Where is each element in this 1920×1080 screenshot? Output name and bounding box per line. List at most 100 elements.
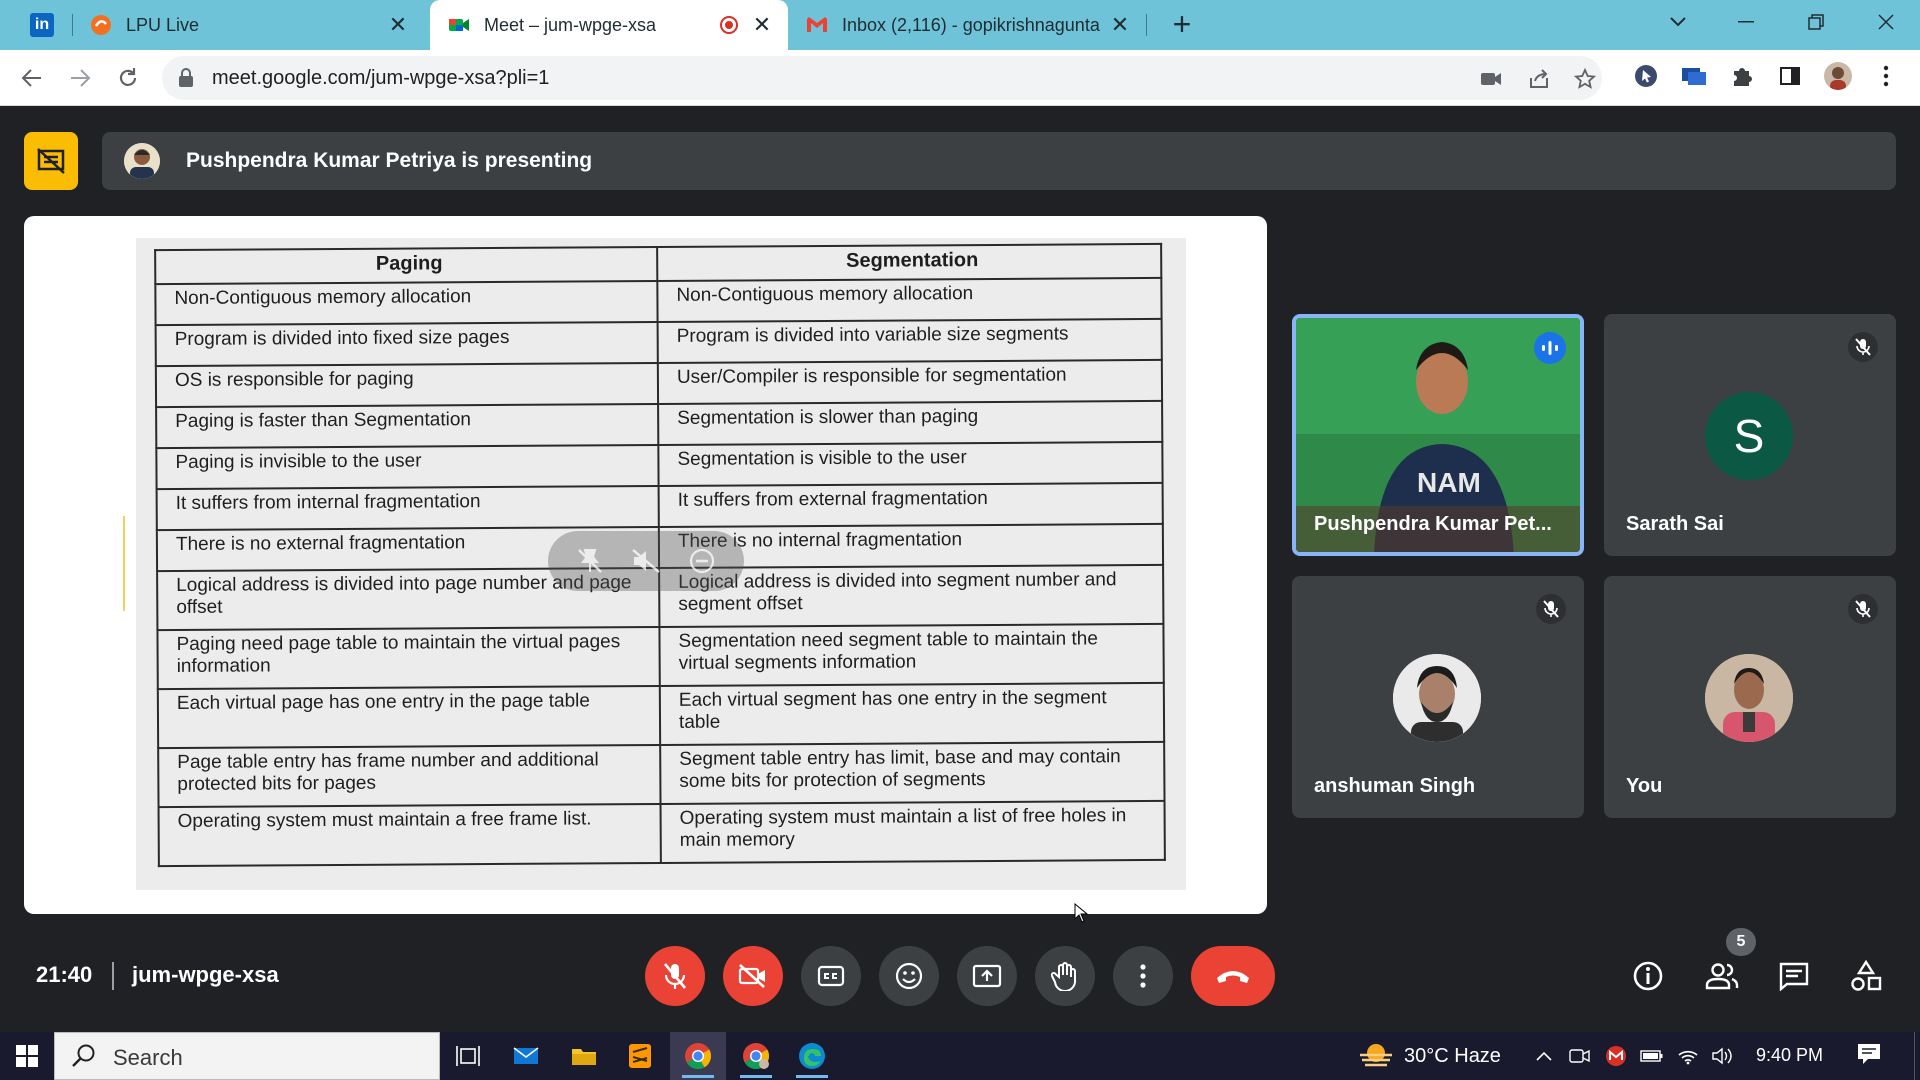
forward-button[interactable] bbox=[64, 62, 96, 94]
chrome-taskbar-icon[interactable] bbox=[670, 1032, 726, 1080]
address-bar[interactable]: meet.google.com/jum-wpge-xsa?pli=1 bbox=[162, 56, 1602, 100]
muted-mic-icon bbox=[1848, 594, 1878, 624]
extension-screen-icon[interactable] bbox=[1680, 62, 1708, 90]
close-tab-icon[interactable]: ✕ bbox=[750, 13, 774, 37]
google-meet-icon bbox=[448, 14, 470, 36]
system-clock[interactable]: 9:40 PM bbox=[1756, 1045, 1823, 1066]
side-panel-icon[interactable] bbox=[1776, 62, 1804, 90]
volume-icon[interactable] bbox=[1710, 1044, 1734, 1068]
tab-title: LPU Live bbox=[126, 14, 200, 35]
meeting-code: jum-wpge-xsa bbox=[132, 962, 279, 987]
table-cell: User/Compiler is responsible for segment… bbox=[657, 359, 1163, 405]
leave-call-button[interactable] bbox=[1191, 946, 1275, 1006]
search-placeholder: Search bbox=[113, 1045, 183, 1070]
new-tab-button[interactable]: + bbox=[1165, 8, 1199, 42]
wifi-icon[interactable] bbox=[1676, 1044, 1700, 1068]
task-view-icon[interactable] bbox=[440, 1032, 496, 1080]
table-cell: Segment table entry has limit, base and … bbox=[660, 741, 1165, 805]
browser-menu-icon[interactable] bbox=[1872, 62, 1900, 90]
raise-hand-button[interactable] bbox=[1035, 946, 1095, 1006]
recording-indicator-icon bbox=[720, 16, 738, 34]
participant-avatar: S bbox=[1705, 392, 1793, 480]
haze-weather-icon bbox=[1360, 1044, 1392, 1067]
table-cell: Paging is faster than Segmentation bbox=[156, 404, 659, 449]
participant-tile-sarath[interactable]: S Sarath Sai bbox=[1604, 314, 1896, 556]
microphone-toggle-button[interactable] bbox=[645, 946, 705, 1006]
tab-title: Meet – jum-wpge-xsa bbox=[484, 14, 657, 35]
mouse-cursor-icon bbox=[1074, 902, 1089, 928]
meet-now-icon[interactable] bbox=[1568, 1044, 1592, 1068]
reactions-button[interactable] bbox=[879, 946, 939, 1006]
gmail-icon bbox=[806, 14, 828, 36]
tab-separator bbox=[1146, 14, 1147, 36]
sublime-text-icon[interactable] bbox=[612, 1032, 668, 1080]
table-row: Each virtual page has one entry in the p… bbox=[157, 682, 1165, 749]
participant-tile-you[interactable]: You bbox=[1604, 576, 1896, 818]
hand-icon bbox=[1051, 962, 1077, 991]
activities-button[interactable] bbox=[1842, 952, 1890, 1000]
profile-avatar[interactable] bbox=[1824, 62, 1852, 90]
table-cell: Program is divided into variable size se… bbox=[657, 318, 1162, 364]
tab-search-chevron-icon[interactable] bbox=[1648, 0, 1708, 44]
close-tab-icon[interactable]: ✕ bbox=[386, 13, 410, 37]
participant-tile-anshuman[interactable]: anshuman Singh bbox=[1292, 576, 1584, 818]
camera-toggle-button[interactable] bbox=[723, 946, 783, 1006]
table-cell: Paging is invisible to the user bbox=[156, 445, 659, 490]
table-cell: Non-Contiguous memory allocation bbox=[155, 281, 658, 326]
table-cell: Page table entry has frame number and ad… bbox=[158, 745, 661, 808]
reload-button[interactable] bbox=[112, 62, 144, 94]
meeting-details-button[interactable] bbox=[1624, 952, 1672, 1000]
more-options-button[interactable] bbox=[1113, 946, 1173, 1006]
people-button[interactable] bbox=[1698, 952, 1746, 1000]
minimize-button[interactable] bbox=[1716, 0, 1776, 44]
tab-meet[interactable]: Meet – jum-wpge-xsa ✕ bbox=[430, 0, 788, 50]
participant-avatar bbox=[1705, 654, 1793, 742]
lock-icon[interactable] bbox=[178, 68, 196, 88]
table-cell: Segmentation is visible to the user bbox=[658, 441, 1163, 487]
search-icon bbox=[72, 1044, 95, 1067]
chat-button[interactable] bbox=[1770, 952, 1818, 1000]
restore-button[interactable] bbox=[1786, 0, 1846, 44]
presentation-layout-icon[interactable] bbox=[24, 132, 78, 190]
file-explorer-icon[interactable] bbox=[556, 1032, 612, 1080]
taskbar-search-box[interactable]: Search bbox=[54, 1032, 440, 1080]
mute-for-me-icon[interactable] bbox=[628, 543, 664, 579]
show-desktop-button[interactable] bbox=[1914, 1032, 1920, 1080]
windows-start-button[interactable] bbox=[0, 1032, 54, 1080]
table-row: Paging is invisible to the user Segmentat… bbox=[156, 441, 1163, 490]
camera-blocked-icon[interactable] bbox=[1478, 66, 1504, 92]
windows-taskbar: Search 30°C Haze 9:40 PM bbox=[0, 1032, 1920, 1080]
participant-tile-presenter[interactable]: NAM Pushpendra Kumar Pet... bbox=[1292, 314, 1584, 556]
close-tab-icon[interactable]: ✕ bbox=[1108, 13, 1132, 37]
notification-center-icon[interactable] bbox=[1856, 1042, 1884, 1070]
linkedin-icon[interactable]: in bbox=[30, 13, 54, 37]
show-hidden-icons-chevron-icon[interactable] bbox=[1532, 1044, 1556, 1068]
close-window-button[interactable] bbox=[1856, 0, 1916, 44]
captions-button[interactable] bbox=[801, 946, 861, 1006]
table-row: It suffers from internal fragmentation It… bbox=[156, 482, 1163, 531]
share-icon[interactable] bbox=[1526, 66, 1552, 92]
tab-lpu-live[interactable]: LPU Live ✕ bbox=[84, 0, 424, 50]
browser-toolbar: meet.google.com/jum-wpge-xsa?pli=1 bbox=[0, 50, 1920, 106]
mail-app-icon[interactable] bbox=[498, 1032, 554, 1080]
people-count-badge: 5 bbox=[1726, 928, 1756, 956]
present-now-button[interactable] bbox=[957, 946, 1017, 1006]
table-row: Non-Contiguous memory allocation Non-Cont… bbox=[155, 277, 1162, 326]
weather-widget[interactable]: 30°C Haze bbox=[1358, 1032, 1501, 1080]
table-cell: Segmentation need segment table to maint… bbox=[659, 623, 1164, 687]
weather-text: 30°C Haze bbox=[1404, 1044, 1501, 1067]
windows-logo-icon bbox=[16, 1045, 38, 1067]
browser-tab-strip: in LPU Live ✕ Meet – jum-wpge-xsa ✕ Inbo… bbox=[0, 0, 1920, 50]
gmail-notifier-icon[interactable] bbox=[1604, 1044, 1628, 1068]
battery-icon[interactable] bbox=[1640, 1044, 1664, 1068]
edge-browser-icon[interactable] bbox=[784, 1032, 840, 1080]
table-cell: Each virtual page has one entry in the p… bbox=[157, 686, 661, 749]
back-button[interactable] bbox=[16, 62, 48, 94]
unpin-icon[interactable] bbox=[572, 543, 608, 579]
tab-gmail[interactable]: Inbox (2,116) - gopikrishnagunta ✕ bbox=[792, 0, 1146, 50]
remove-icon[interactable] bbox=[684, 543, 720, 579]
chrome-profile-taskbar-icon[interactable] bbox=[728, 1032, 784, 1080]
extension-cursor-icon[interactable] bbox=[1632, 62, 1660, 90]
bookmark-star-icon[interactable] bbox=[1572, 66, 1598, 92]
extensions-puzzle-icon[interactable] bbox=[1728, 62, 1756, 90]
